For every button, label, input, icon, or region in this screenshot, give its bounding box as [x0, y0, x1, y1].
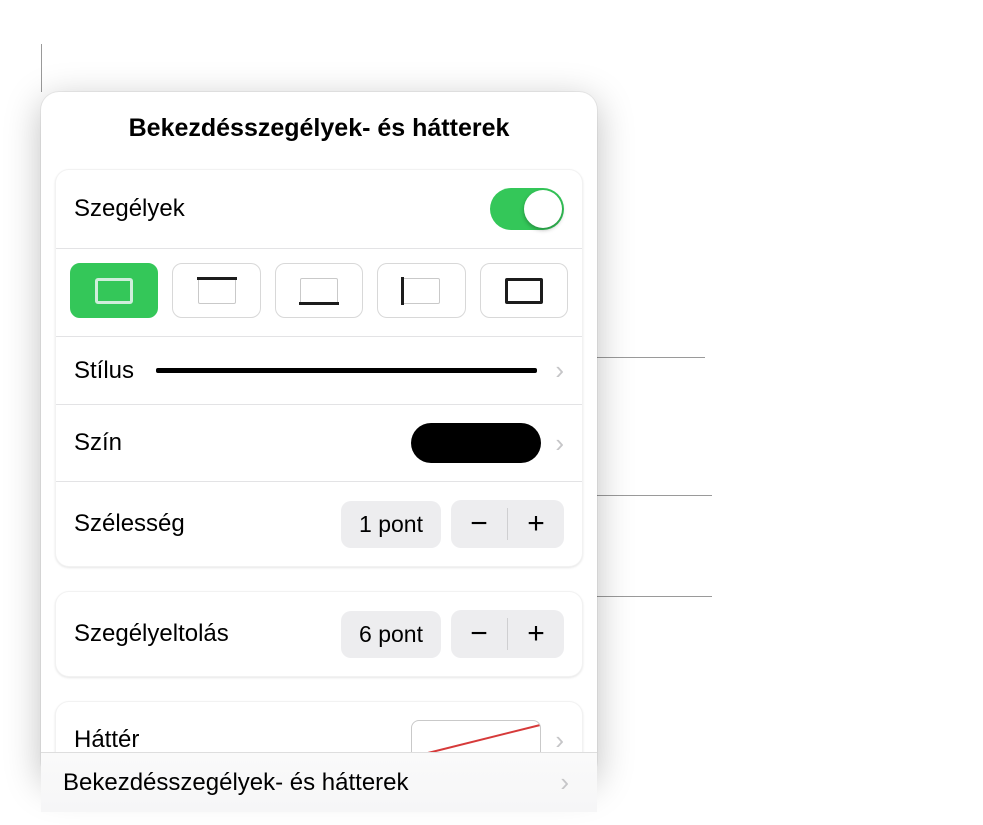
background-label: Háttér [74, 726, 139, 754]
style-row[interactable]: Stílus › [56, 337, 582, 405]
border-left-icon [402, 278, 440, 304]
plus-icon: + [527, 617, 545, 651]
width-stepper: − + [451, 500, 564, 548]
borders-toggle[interactable] [490, 188, 564, 230]
border-pos-top[interactable] [172, 263, 260, 318]
chevron-right-icon: › [555, 725, 564, 756]
border-full-icon [95, 278, 133, 304]
offset-label: Szegélyeltolás [74, 620, 229, 648]
offset-value: 6 pont [341, 611, 441, 658]
parent-row[interactable]: Bekezdésszegélyek- és hátterek › [41, 752, 597, 812]
chevron-right-icon: › [555, 428, 564, 459]
borders-section: Szegélyek Stílus › [55, 169, 583, 567]
style-label: Stílus [74, 357, 134, 385]
chevron-right-icon: › [555, 355, 564, 386]
borders-toggle-label: Szegélyek [74, 195, 185, 223]
borders-toggle-row: Szegélyek [56, 170, 582, 249]
width-value: 1 pont [341, 501, 441, 548]
offset-decrement-button[interactable]: − [451, 610, 507, 658]
borders-popover: Bekezdésszegélyek- és hátterek Szegélyek [41, 92, 597, 779]
border-pos-left[interactable] [377, 263, 465, 318]
border-box-icon [505, 278, 543, 304]
toggle-knob [524, 190, 562, 228]
color-swatch [411, 423, 541, 463]
width-increment-button[interactable]: + [508, 500, 564, 548]
width-row: Szélesség 1 pont − + [56, 482, 582, 566]
color-label: Szín [74, 429, 122, 457]
offset-section: Szegélyeltolás 6 pont − + [55, 591, 583, 677]
style-line-preview [156, 368, 537, 373]
color-row[interactable]: Szín › [56, 405, 582, 482]
width-label: Szélesség [74, 510, 185, 538]
offset-increment-button[interactable]: + [508, 610, 564, 658]
border-pos-full[interactable] [70, 263, 158, 318]
width-decrement-button[interactable]: − [451, 500, 507, 548]
chevron-right-icon: › [560, 767, 569, 798]
callout-line-1 [41, 44, 42, 92]
minus-icon: − [470, 617, 488, 651]
offset-row: Szegélyeltolás 6 pont − + [56, 592, 582, 676]
border-top-icon [198, 278, 236, 304]
popover-header: Bekezdésszegélyek- és hátterek [41, 92, 597, 169]
popover-title: Bekezdésszegélyek- és hátterek [51, 114, 587, 143]
border-bottom-icon [300, 278, 338, 304]
border-pos-right[interactable] [480, 263, 568, 318]
offset-stepper: − + [451, 610, 564, 658]
border-pos-bottom[interactable] [275, 263, 363, 318]
parent-row-label: Bekezdésszegélyek- és hátterek [63, 769, 409, 797]
minus-icon: − [470, 507, 488, 541]
plus-icon: + [527, 507, 545, 541]
border-position-segment [56, 249, 582, 337]
